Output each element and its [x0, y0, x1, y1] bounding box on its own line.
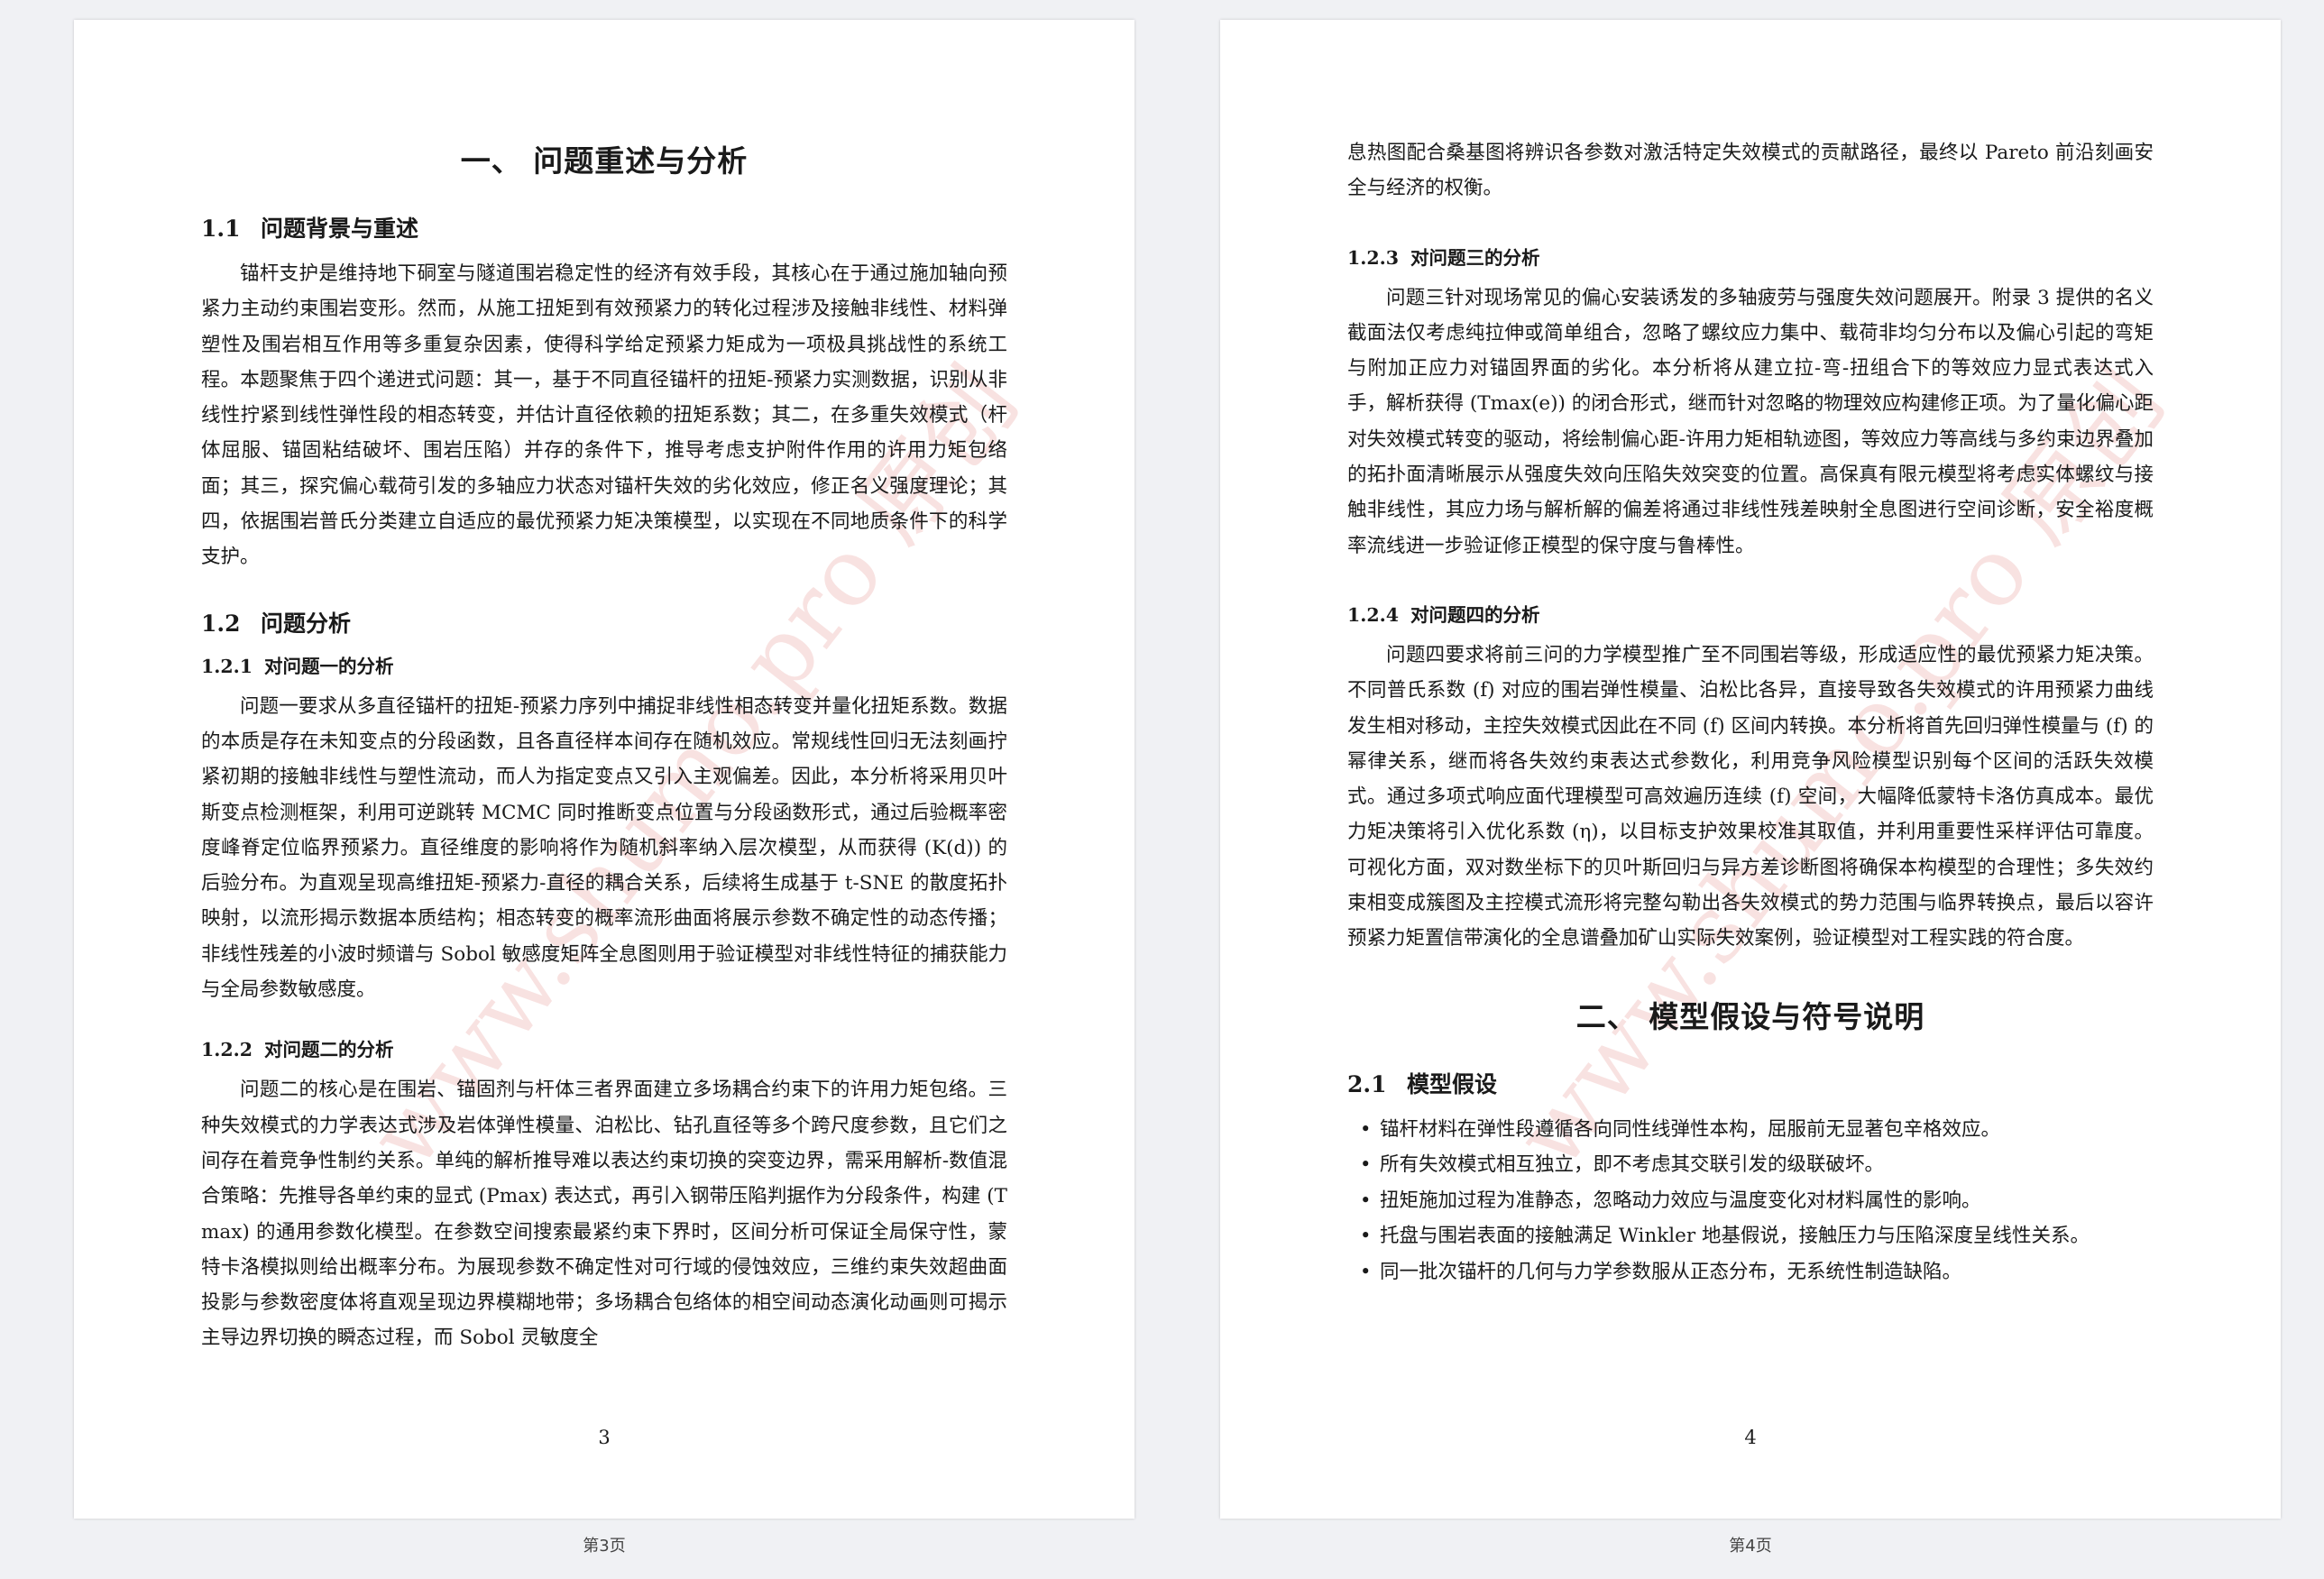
document-page-4[interactable]: www.shumo.pro 原创 息热图配合桑基图将辨识各参数对激活特定失效模式…	[1220, 20, 2281, 1519]
chapter-title: 二、 模型假设与符号说明	[1575, 998, 1925, 1034]
subsection-title: 对问题一的分析	[264, 655, 394, 677]
list-item-text: 锚杆材料在弹性段遵循各向同性线弹性本构，屈服前无显著包辛格效应。	[1380, 1117, 2001, 1141]
list-item-text: 同一批次锚杆的几何与力学参数服从正态分布，无系统性制造缺陷。	[1380, 1260, 1962, 1283]
section-number: 2.1	[1347, 1070, 1387, 1097]
section-number: 1.2	[201, 610, 241, 637]
subsection-heading: 1.2.2 对问题二的分析	[201, 1034, 1007, 1061]
bullet-icon: •	[1360, 1225, 1372, 1247]
subsection-number: 1.2.3	[1347, 246, 1400, 269]
paragraph: 问题一要求从多直径锚杆的扭矩-预紧力序列中捕捉非线性相态转变并量化扭矩系数。数据…	[201, 694, 1007, 1002]
subsection-number: 1.2.1	[201, 655, 253, 677]
list-item-text: 托盘与围岩表面的接触满足 Winkler 地基假说，接触压力与压陷深度呈线性关系…	[1380, 1225, 2090, 1248]
page-number: 4	[1744, 1427, 1757, 1448]
subsection-heading: 1.2.3 对问题三的分析	[1347, 243, 2154, 270]
subsection-title: 对问题二的分析	[264, 1039, 394, 1061]
section-heading: 1.2 问题分析	[201, 606, 1007, 638]
list-item: • 锚杆材料在弹性段遵循各向同性线弹性本构，屈服前无显著包辛格效应。	[1347, 1112, 2154, 1148]
bullet-icon: •	[1360, 1189, 1372, 1211]
list-item-text: 扭矩施加过程为准静态，忽略动力效应与温度变化对材料属性的影响。	[1380, 1189, 1981, 1212]
page-label: 第4页	[1729, 1537, 1772, 1556]
subsection-title: 对问题三的分析	[1410, 246, 1540, 269]
list-item: • 同一批次锚杆的几何与力学参数服从正态分布，无系统性制造缺陷。	[1347, 1254, 2154, 1290]
chapter-title: 一、 问题重述与分析	[460, 143, 749, 179]
paragraph: 问题二的核心是在围岩、锚固剂与杆体三者界面建立多场耦合约束下的许用力矩包络。三种…	[201, 1079, 1007, 1350]
list-item: • 托盘与围岩表面的接触满足 Winkler 地基假说，接触压力与压陷深度呈线性关…	[1347, 1218, 2154, 1254]
section-title: 问题背景与重述	[261, 216, 419, 242]
subsection-heading: 1.2.4 对问题四的分析	[1347, 600, 2154, 627]
list-item: • 扭矩施加过程为准静态，忽略动力效应与温度变化对材料属性的影响。	[1347, 1183, 2154, 1219]
section-title: 问题分析	[261, 610, 352, 637]
subsection-title: 对问题四的分析	[1410, 603, 1540, 626]
assumption-list: • 锚杆材料在弹性段遵循各向同性线弹性本构，屈服前无显著包辛格效应。 • 所有失效模…	[1347, 1112, 2154, 1290]
subsection-heading: 1.2.1 对问题一的分析	[201, 651, 1007, 678]
paragraph: 问题三针对现场常见的偏心安装诱发的多轴疲劳与强度失效问题展开。附录 3 提供的名…	[1347, 286, 2154, 557]
list-item: • 所有失效模式相互独立，即不考虑其交联引发的级联破坏。	[1347, 1147, 2154, 1183]
bullet-icon: •	[1360, 1153, 1372, 1176]
section-heading: 2.1 模型假设	[1347, 1067, 2154, 1099]
section-number: 1.1	[201, 216, 241, 242]
page-label: 第3页	[583, 1537, 626, 1556]
bullet-icon: •	[1360, 1117, 1372, 1140]
paragraph: 锚杆支护是维持地下硐室与隧道围岩稳定性的经济有效手段，其核心在于通过施加轴向预紧…	[201, 262, 1007, 569]
section-heading: 1.1 问题背景与重述	[201, 211, 1007, 243]
subsection-number: 1.2.2	[201, 1039, 253, 1061]
page-number: 3	[598, 1427, 611, 1448]
document-page-3[interactable]: www.shumo.pro 原创 一、 问题重述与分析 1.1 问题背景与重述 锚…	[74, 20, 1134, 1519]
bullet-icon: •	[1360, 1260, 1372, 1282]
subsection-number: 1.2.4	[1347, 603, 1400, 626]
section-title: 模型假设	[1407, 1070, 1498, 1097]
list-item-text: 所有失效模式相互独立，即不考虑其交联引发的级联破坏。	[1380, 1153, 1885, 1177]
paragraph: 问题四要求将前三问的力学模型推广至不同围岩等级，形成适应性的最优预紧力矩决策。不…	[1347, 643, 2154, 950]
paragraph-continued: 息热图配合桑基图将辨识各参数对激活特定失效模式的贡献路径，最终以 Pareto …	[1347, 142, 2154, 200]
